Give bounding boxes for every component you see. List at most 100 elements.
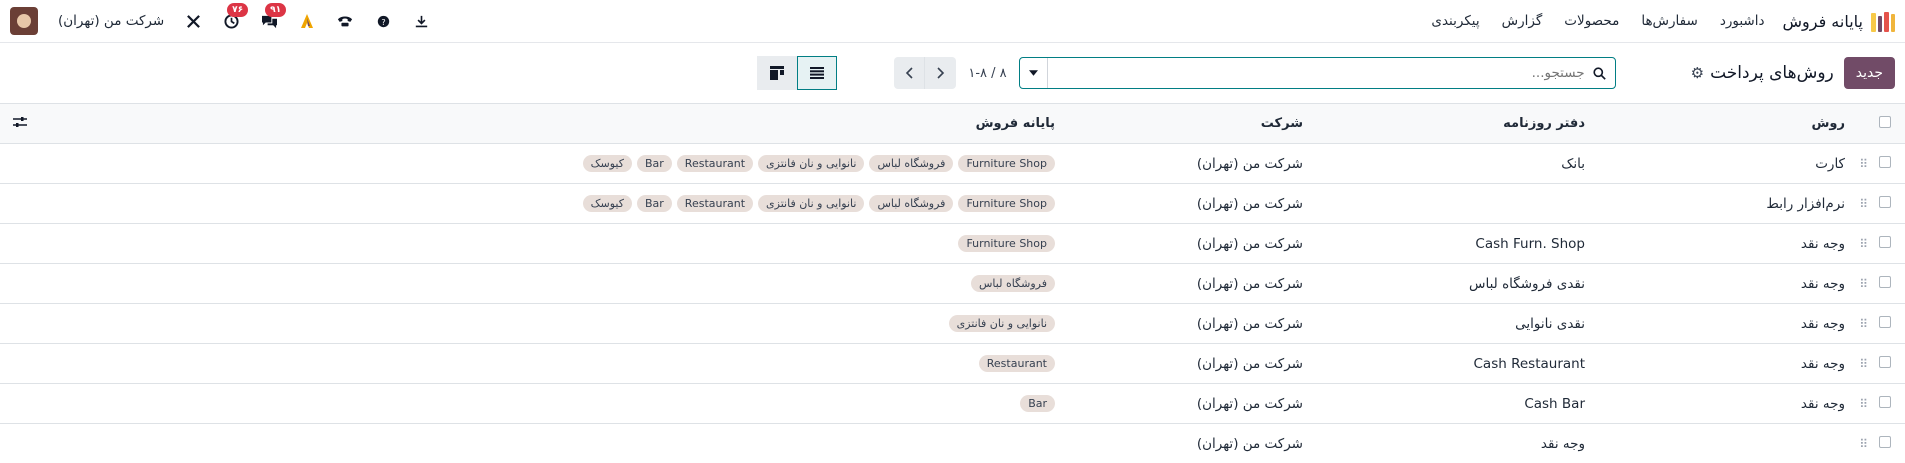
table-row[interactable]: ⠿ وجه نقد Cash Bar شرکت من (تهران) Bar xyxy=(0,384,1905,424)
cell-journal: بانک xyxy=(1561,155,1585,172)
pos-tags: Furniture Shop فروشگاه لباس نانوایی و نان … xyxy=(40,155,1055,172)
pager-value[interactable]: ۱-۸ / ۸ xyxy=(968,66,1006,81)
table-row[interactable]: ⠿ وجه نقد Cash Furn. Shop شرکت من (تهران) Fu… xyxy=(0,224,1905,264)
pos-tag: فروشگاه لباس xyxy=(971,275,1055,292)
pos-tag: کیوسک xyxy=(582,195,632,212)
row-checkbox[interactable] xyxy=(1867,304,1905,344)
view-switcher xyxy=(757,56,838,90)
row-checkbox[interactable] xyxy=(1867,224,1905,264)
pos-tags: فروشگاه لباس xyxy=(40,275,1055,292)
control-panel: جدید روش‌های پرداخت ⚙ ۱-۸ / ۸ xyxy=(0,43,1905,103)
header-method[interactable]: روش xyxy=(1585,104,1845,144)
cell-company: شرکت من (تهران) xyxy=(1196,275,1303,292)
cell-method: وجه نقد xyxy=(1800,235,1845,252)
pos-tag: کیوسک xyxy=(582,155,632,172)
messages-icon[interactable]: ۹۱ xyxy=(260,3,287,30)
messages-badge: ۹۱ xyxy=(265,3,287,17)
download-icon[interactable] xyxy=(412,12,430,30)
pager-previous-button[interactable] xyxy=(894,57,926,89)
pos-tag: Furniture Shop xyxy=(958,155,1055,172)
pos-tag: Bar xyxy=(1020,395,1055,412)
drag-handle-icon[interactable]: ⠿ xyxy=(1845,304,1868,344)
pos-tags: نانوایی و نان فانتزی xyxy=(40,315,1055,332)
chevron-right-icon xyxy=(937,67,944,79)
phone-icon[interactable] xyxy=(336,12,354,30)
help-icon[interactable]: ? xyxy=(374,12,392,30)
pager: ۱-۸ / ۸ xyxy=(894,57,1007,89)
sparkle-icon[interactable] xyxy=(298,12,316,30)
cell-pos: فروشگاه لباس xyxy=(40,264,1055,304)
table-row[interactable]: ⠿ وجه نقد نقدی فروشگاه لباس شرکت من (تهران)… xyxy=(0,264,1905,304)
search-bar xyxy=(1018,57,1616,89)
kanban-icon xyxy=(770,66,785,80)
pos-tag: فروشگاه لباس xyxy=(869,155,954,172)
gear-icon[interactable]: ⚙ xyxy=(1691,64,1704,82)
drag-handle-icon[interactable]: ⠿ xyxy=(1845,384,1868,424)
pos-tag: Furniture Shop xyxy=(958,235,1055,252)
pos-tag: Bar xyxy=(636,155,672,172)
pos-tag: نانوایی و نان فانتزی xyxy=(948,315,1055,332)
table-row[interactable]: ⠿ وجه نقد نقدی نانوایی شرکت من (تهران) نانوا… xyxy=(0,304,1905,344)
cell-pos: Bar xyxy=(40,384,1055,424)
drag-handle-icon[interactable]: ⠿ xyxy=(1845,264,1868,304)
pager-next-button[interactable] xyxy=(925,57,957,89)
drag-handle-icon[interactable]: ⠿ xyxy=(1845,224,1868,264)
pos-tag: Restaurant xyxy=(978,355,1055,372)
company-switcher[interactable]: شرکت من (تهران) xyxy=(58,13,164,29)
menu-orders[interactable]: سفارش‌ها xyxy=(1641,13,1698,29)
cell-company: شرکت من (تهران) xyxy=(1196,315,1303,332)
menu-dashboard[interactable]: داشبورد xyxy=(1720,13,1765,29)
search-options-toggle[interactable] xyxy=(1020,58,1048,88)
cell-company: شرکت من (تهران) xyxy=(1196,155,1303,172)
breadcrumb: روش‌های پرداخت ⚙ xyxy=(1691,63,1834,83)
table-row[interactable]: ⠿ وجه نقد Cash Restaurant شرکت من (تهران) Re… xyxy=(0,344,1905,384)
header-pos[interactable]: پایانه فروش xyxy=(40,104,1055,144)
kanban-view-button[interactable] xyxy=(757,56,798,90)
menu-reporting[interactable]: گزارش xyxy=(1502,13,1543,29)
table-row[interactable]: ⠿ کارت بانک شرکت من (تهران) Furniture Shop فر… xyxy=(0,144,1905,184)
search-icon[interactable] xyxy=(1585,66,1615,80)
header-journal[interactable]: دفتر روزنامه xyxy=(1303,104,1585,144)
select-all-checkbox[interactable] xyxy=(1867,104,1905,144)
cell-journal: نقدی نانوایی xyxy=(1515,315,1585,332)
chevron-left-icon xyxy=(906,67,913,79)
row-checkbox[interactable] xyxy=(1867,264,1905,304)
menu-configuration[interactable]: پیکربندی xyxy=(1431,13,1479,29)
drag-handle-icon[interactable]: ⠿ xyxy=(1845,424,1868,463)
app-brand[interactable]: پایانه فروش xyxy=(1764,10,1895,32)
pos-tags: Bar xyxy=(40,395,1055,412)
row-checkbox[interactable] xyxy=(1867,144,1905,184)
pos-tag: Restaurant xyxy=(676,195,754,212)
table-row[interactable]: ⠿ نرم‌افزار رابط شرکت من (تهران) Furniture … xyxy=(0,184,1905,224)
cell-journal: وجه نقد xyxy=(1540,435,1585,452)
row-checkbox[interactable] xyxy=(1867,384,1905,424)
cell-method: وجه نقد xyxy=(1800,315,1845,332)
drag-handle-icon[interactable]: ⠿ xyxy=(1845,144,1868,184)
cell-journal xyxy=(1303,184,1585,224)
optional-columns-icon[interactable] xyxy=(0,104,40,144)
cell-pos: Furniture Shop فروشگاه لباس نانوایی و نان … xyxy=(40,144,1055,184)
row-checkbox[interactable] xyxy=(1867,184,1905,224)
drag-handle-icon[interactable]: ⠿ xyxy=(1845,344,1868,384)
user-avatar[interactable] xyxy=(10,7,38,35)
tools-icon[interactable] xyxy=(184,12,202,30)
main-menu: داشبورد سفارش‌ها محصولات گزارش پیکربندی xyxy=(1431,13,1764,29)
cell-journal: Cash Restaurant xyxy=(1473,355,1586,372)
menu-products[interactable]: محصولات xyxy=(1564,13,1619,29)
list-view-button[interactable] xyxy=(797,56,838,90)
cell-method: وجه نقد xyxy=(1800,395,1845,412)
activity-clock-icon[interactable]: ۷۶ xyxy=(222,3,249,30)
search-input[interactable] xyxy=(1047,58,1585,88)
cell-company: شرکت من (تهران) xyxy=(1196,435,1303,452)
pager-buttons xyxy=(894,57,957,89)
table-row[interactable]: ⠿ وجه نقد شرکت من (تهران) xyxy=(0,424,1905,463)
cell-method xyxy=(1585,424,1845,463)
new-button[interactable]: جدید xyxy=(1843,57,1895,89)
app-title: پایانه فروش xyxy=(1782,11,1863,31)
row-checkbox[interactable] xyxy=(1867,424,1905,463)
row-checkbox[interactable] xyxy=(1867,344,1905,384)
header-company[interactable]: شرکت xyxy=(1055,104,1303,144)
cell-company: شرکت من (تهران) xyxy=(1196,235,1303,252)
drag-handle-icon[interactable]: ⠿ xyxy=(1845,184,1868,224)
table-header-row: روش دفتر روزنامه شرکت پایانه فروش xyxy=(0,103,1905,144)
